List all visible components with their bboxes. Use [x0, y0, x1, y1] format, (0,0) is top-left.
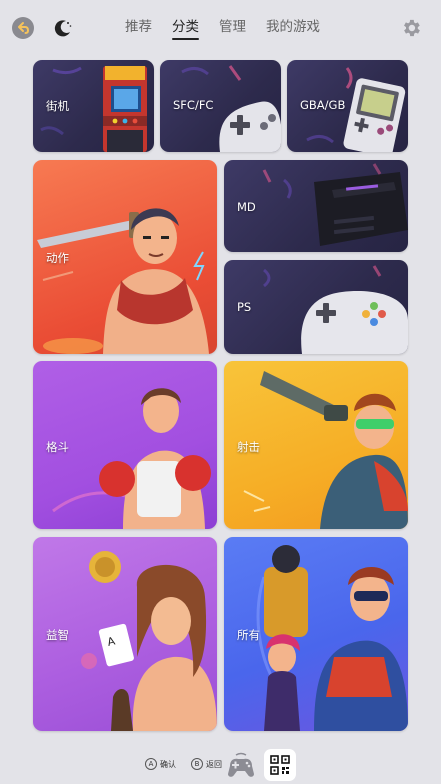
category-label: 射击	[237, 440, 260, 454]
category-label: GBA/GB	[300, 98, 346, 112]
category-tile-sfc-fc[interactable]: SFC/FC	[160, 60, 281, 152]
category-label: MD	[237, 200, 256, 214]
category-tile-action[interactable]: 动作	[33, 160, 217, 354]
tab-recommend[interactable]: 推荐	[125, 18, 152, 40]
category-label: 所有	[237, 628, 260, 642]
category-tile-fighting[interactable]: 格斗	[33, 361, 217, 529]
category-label: SFC/FC	[173, 98, 214, 112]
category-label: 格斗	[46, 440, 69, 454]
back-hint: B 返回	[191, 758, 222, 770]
back-hint-label: 返回	[206, 759, 222, 769]
category-tile-ps[interactable]: PS	[224, 260, 408, 354]
category-tile-all[interactable]: 所有	[224, 537, 408, 731]
category-label: PS	[237, 300, 252, 314]
moon-icon	[54, 20, 72, 37]
gamepad-icon[interactable]	[226, 752, 256, 778]
tab-my-games[interactable]: 我的游戏	[266, 18, 320, 40]
bottom-bar: A 确认 B 返回	[0, 746, 441, 784]
category-tile-gba-gb[interactable]: GBA/GB	[287, 60, 408, 152]
back-arrow-icon	[18, 22, 29, 34]
confirm-hint-label: 确认	[160, 759, 176, 769]
category-label: 动作	[46, 251, 69, 265]
category-tile-puzzle[interactable]: A 益智	[33, 537, 217, 731]
category-tile-arcade[interactable]: 街机	[33, 60, 154, 152]
settings-button[interactable]	[400, 17, 422, 39]
back-button[interactable]	[12, 17, 34, 39]
qr-code-button[interactable]	[264, 749, 296, 781]
theme-toggle-button[interactable]	[52, 17, 74, 39]
qr-code-icon	[270, 755, 290, 775]
b-button-icon: B	[191, 758, 203, 770]
category-tile-md[interactable]: MD	[224, 160, 408, 252]
top-bar: 推荐 分类 管理 我的游戏	[0, 0, 441, 56]
category-label: 街机	[46, 99, 69, 113]
category-tile-shooting[interactable]: 射击	[224, 361, 408, 529]
tab-categories[interactable]: 分类	[172, 18, 199, 40]
ps-controller-illustration	[263, 265, 408, 354]
category-label: 益智	[46, 628, 69, 642]
tab-manage[interactable]: 管理	[219, 18, 246, 40]
confirm-hint: A 确认	[145, 758, 176, 770]
category-tabs: 推荐 分类 管理 我的游戏	[125, 18, 340, 40]
gear-icon	[404, 19, 420, 37]
a-button-icon: A	[145, 758, 157, 770]
